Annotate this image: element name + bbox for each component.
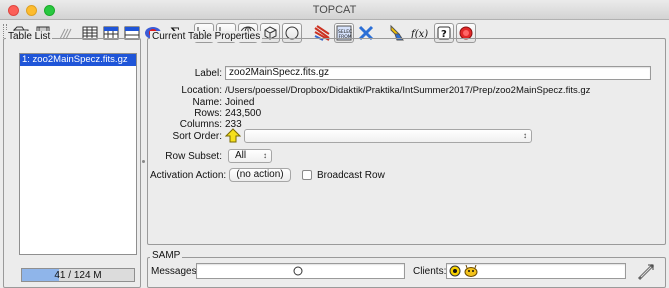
memory-usage-label: 41 / 124 M <box>54 270 102 281</box>
table-list-item[interactable]: 1: zoo2MainSpecz.fits.gz <box>20 54 136 66</box>
rows-caption: Rows: <box>194 108 222 119</box>
current-table-properties-legend: Current Table Properties <box>150 31 263 42</box>
window-title: TOPCAT <box>312 4 357 16</box>
location-caption: Location: <box>181 85 222 96</box>
messages-caption: Messages: <box>151 266 200 277</box>
clients-display <box>446 263 626 279</box>
messages-display <box>196 263 405 279</box>
topcat-client-icon <box>464 265 478 277</box>
memory-monitor[interactable]: 41 / 124 M <box>21 268 135 282</box>
hub-icon <box>449 265 461 277</box>
sort-order-caption: Sort Order: <box>172 131 222 142</box>
table-list[interactable]: 1: zoo2MainSpecz.fits.gz <box>19 53 137 255</box>
message-indicator-icon <box>293 266 303 276</box>
location-value: /Users/poessel/Dropbox/Didaktik/Praktika… <box>225 85 591 96</box>
columns-caption: Columns: <box>179 119 222 130</box>
activation-action-button[interactable]: (no action) <box>229 168 291 182</box>
select-arrows-icon: ↕ <box>523 131 527 140</box>
table-list-legend: Table List <box>6 31 53 42</box>
sort-direction-icon[interactable] <box>224 128 242 144</box>
rows-value: 243,500 <box>225 108 262 119</box>
row-subset-value: All <box>235 150 247 161</box>
broadcast-row-checkbox[interactable] <box>302 170 312 180</box>
sort-order-select[interactable]: ↕ <box>244 129 532 143</box>
row-subset-select[interactable]: All ↕ <box>228 149 272 163</box>
name-value: Joined <box>225 97 255 108</box>
row-subset-caption: Row Subset: <box>165 151 222 162</box>
name-caption: Name: <box>192 97 222 108</box>
activation-action-caption: Activation Action: <box>150 170 227 181</box>
broadcast-row-label: Broadcast Row <box>317 170 385 181</box>
label-caption: Label: <box>194 68 222 79</box>
samp-connect-icon[interactable] <box>636 262 656 282</box>
select-arrows-icon: ↕ <box>263 151 267 160</box>
label-field[interactable]: zoo2MainSpecz.fits.gz <box>225 66 651 80</box>
title-bar: TOPCAT <box>0 0 669 20</box>
samp-legend: SAMP <box>150 250 183 261</box>
clients-caption: Clients: <box>413 266 447 277</box>
split-pane-divider[interactable] <box>142 160 145 163</box>
